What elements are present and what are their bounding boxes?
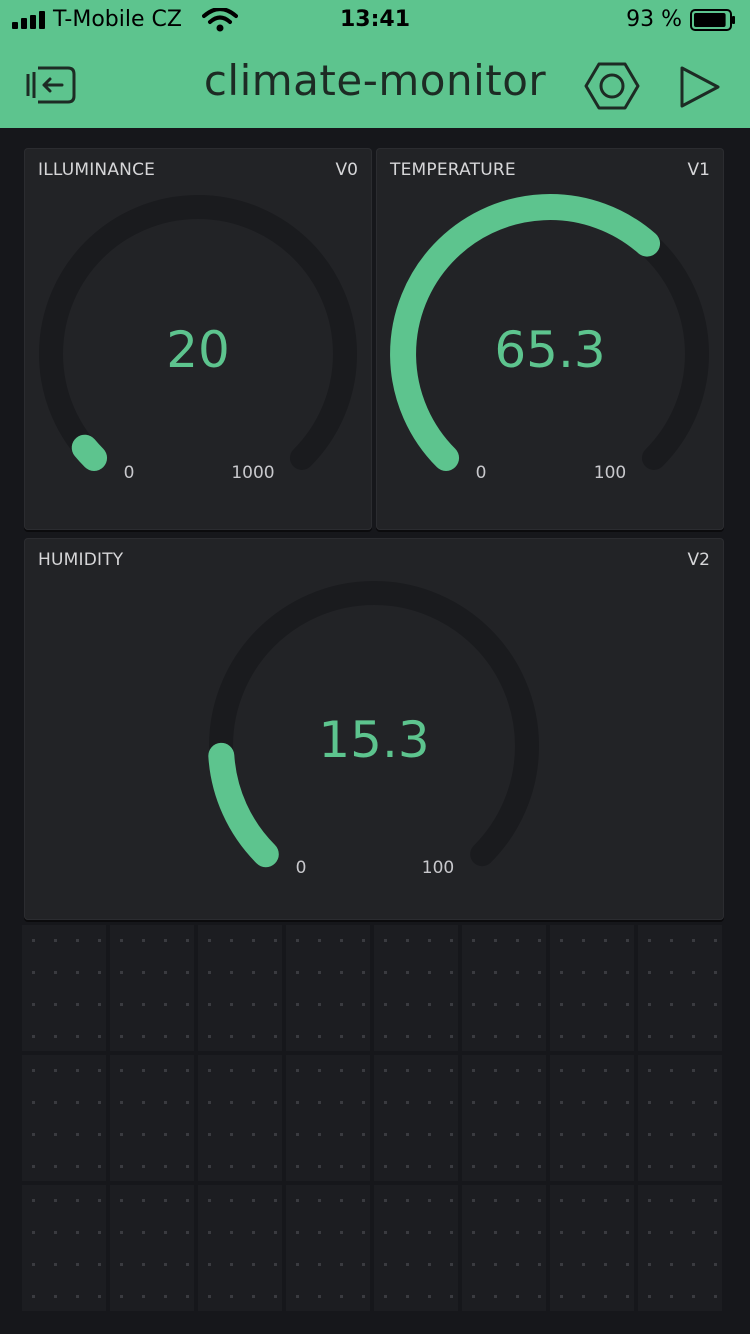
- gauge-max: 1000: [231, 463, 274, 483]
- battery-icon: [690, 9, 735, 31]
- grid-cell[interactable]: [550, 925, 634, 1051]
- grid-cell[interactable]: [110, 1185, 194, 1311]
- grid-cell[interactable]: [110, 925, 194, 1051]
- grid-dots: [472, 1069, 541, 1168]
- grid-cell[interactable]: [198, 1185, 282, 1311]
- gauge-min: 0: [476, 463, 487, 483]
- grid-cell[interactable]: [638, 925, 722, 1051]
- grid-dots: [648, 1199, 717, 1298]
- gauge-widget-humidity[interactable]: HUMIDITY V2 15.3 0 100: [24, 538, 724, 920]
- grid-dots: [648, 1069, 717, 1168]
- grid-cell[interactable]: [286, 925, 370, 1051]
- grid-cell[interactable]: [374, 925, 458, 1051]
- grid-cell[interactable]: [550, 1055, 634, 1181]
- gauge-value: 20: [166, 321, 230, 379]
- gauge-value: 15.3: [318, 711, 429, 769]
- grid-cell[interactable]: [198, 925, 282, 1051]
- empty-widget-grid[interactable]: [22, 925, 726, 1317]
- gauge-min: 0: [296, 858, 307, 878]
- grid-cell[interactable]: [22, 1055, 106, 1181]
- grid-dots: [648, 939, 717, 1038]
- gauge-widget-temperature[interactable]: TEMPERATURE V1 65.3 0 100: [376, 148, 724, 530]
- grid-dots: [384, 1199, 453, 1298]
- grid-cell[interactable]: [638, 1185, 722, 1311]
- grid-dots: [32, 939, 101, 1038]
- gauge-value: 65.3: [494, 321, 605, 379]
- gauge-humidity: 15.3 0 100: [208, 581, 539, 878]
- grid-cell[interactable]: [22, 1185, 106, 1311]
- grid-dots: [208, 1199, 277, 1298]
- grid-cell[interactable]: [198, 1055, 282, 1181]
- grid-cell[interactable]: [462, 925, 546, 1051]
- grid-dots: [120, 939, 189, 1038]
- grid-cell[interactable]: [462, 1185, 546, 1311]
- grid-dots: [208, 1069, 277, 1168]
- grid-dots: [208, 939, 277, 1038]
- gauge-min: 0: [124, 463, 135, 483]
- gauge-value-arc: [208, 742, 279, 868]
- grid-dots: [296, 939, 365, 1038]
- hexagon-settings-icon[interactable]: [584, 61, 640, 111]
- grid-dots: [120, 1199, 189, 1298]
- status-bar: T-Mobile CZ 13:41 93 %: [0, 0, 750, 40]
- grid-dots: [296, 1069, 365, 1168]
- grid-dots: [32, 1199, 101, 1298]
- grid-dots: [472, 939, 541, 1038]
- app-toolbar: climate-monitor: [0, 40, 750, 128]
- header-bar: T-Mobile CZ 13:41 93 % climate-monitor: [0, 0, 750, 128]
- grid-dots: [472, 1199, 541, 1298]
- battery-percent: 93 %: [626, 7, 682, 32]
- grid-dots: [296, 1199, 365, 1298]
- gauge-max: 100: [594, 463, 626, 483]
- grid-cell[interactable]: [374, 1185, 458, 1311]
- grid-dots: [560, 939, 629, 1038]
- grid-cell[interactable]: [374, 1055, 458, 1181]
- grid-cell[interactable]: [286, 1055, 370, 1181]
- gauge-temperature: 65.3 0 100: [390, 194, 709, 483]
- gauge-value-arc: [71, 434, 108, 471]
- gauge-widget-illuminance[interactable]: ILLUMINANCE V0 20 0 1000: [24, 148, 372, 530]
- gauge-illuminance: 20 0 1000: [39, 195, 357, 483]
- grid-cell[interactable]: [286, 1185, 370, 1311]
- grid-cell[interactable]: [22, 925, 106, 1051]
- grid-cell[interactable]: [462, 1055, 546, 1181]
- grid-dots: [32, 1069, 101, 1168]
- grid-cell[interactable]: [550, 1185, 634, 1311]
- grid-dots: [384, 939, 453, 1038]
- gauge-max: 100: [422, 858, 454, 878]
- grid-cell[interactable]: [110, 1055, 194, 1181]
- grid-dots: [560, 1069, 629, 1168]
- play-icon[interactable]: [676, 64, 722, 110]
- grid-dots: [560, 1199, 629, 1298]
- grid-cell[interactable]: [638, 1055, 722, 1181]
- grid-dots: [120, 1069, 189, 1168]
- grid-dots: [384, 1069, 453, 1168]
